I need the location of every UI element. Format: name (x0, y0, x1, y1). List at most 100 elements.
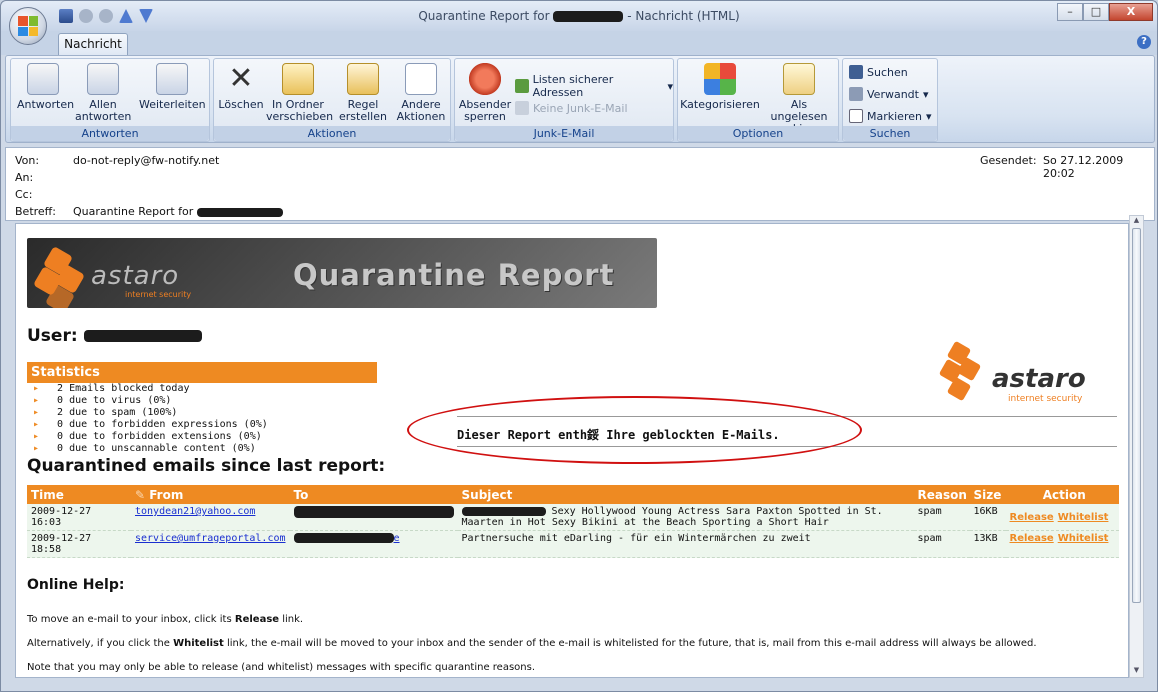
delete-button[interactable]: ✕ Löschen (218, 63, 264, 111)
stat-item: 0 due to forbidden expressions (0%) (33, 419, 268, 431)
tab-nachricht[interactable]: Nachricht (58, 33, 128, 55)
release-link[interactable]: Release (1010, 533, 1054, 544)
banner-title: Quarantine Report (293, 258, 615, 292)
delete-x-icon: ✕ (228, 61, 254, 96)
rule-icon (347, 63, 379, 95)
mark-unread-button[interactable]: Als ungelesen markieren (762, 63, 836, 135)
categorize-button[interactable]: Kategorisieren (680, 63, 760, 111)
col-subject: Subject (457, 485, 914, 504)
table-row: 2009-12-27 16:03 tonydean21@yahoo.com Se… (27, 504, 1119, 531)
to-label: An: (15, 171, 34, 184)
group-label: Antworten (11, 126, 209, 141)
ribbon-group-antworten: Antworten Allen antworten Weiterleiten A… (10, 58, 210, 142)
forward-icon (156, 63, 188, 95)
table-row: 2009-12-27 18:58 service@umfrageportal.c… (27, 530, 1119, 558)
cell-subject: Partnersuche mit eDarling - für ein Wint… (457, 530, 914, 558)
ribbon: Antworten Allen antworten Weiterleiten A… (5, 55, 1155, 143)
maximize-button[interactable]: □ (1083, 3, 1109, 21)
help-paragraph: To move an e-mail to your inbox, click i… (27, 614, 304, 625)
release-link[interactable]: Release (1010, 512, 1054, 523)
redacted-block (293, 506, 454, 518)
subject-label: Betreff: (15, 205, 56, 218)
col-from: ✎ From (131, 485, 290, 504)
ribbon-group-junk: Absender sperren Listen sicherer Adresse… (454, 58, 674, 142)
block-sender-button[interactable]: Absender sperren (457, 63, 513, 123)
move-to-folder-button[interactable]: In Ordner verschieben (266, 63, 333, 123)
scroll-thumb[interactable] (1132, 228, 1141, 603)
reply-all-button[interactable]: Allen antworten (75, 63, 131, 123)
help-icon[interactable]: ? (1137, 35, 1151, 49)
cell-time: 2009-12-27 16:03 (27, 504, 131, 531)
cell-from: service@umfrageportal.com (131, 530, 290, 558)
cell-to (289, 504, 458, 531)
whitelist-link[interactable]: Whitelist (1058, 533, 1109, 544)
help-paragraph: Alternatively, if you click the Whitelis… (27, 638, 1037, 649)
forward-button[interactable]: Weiterleiten (139, 63, 206, 111)
message-body: astaro internet security Quarantine Repo… (15, 223, 1129, 678)
stat-item: 2 due to spam (100%) (33, 407, 268, 419)
cell-time: 2009-12-27 18:58 (27, 530, 131, 558)
cell-reason: spam (913, 504, 970, 531)
block-sender-icon (469, 63, 501, 95)
group-label: Aktionen (214, 126, 450, 141)
redacted-block (196, 207, 283, 217)
find-button[interactable]: Suchen (849, 65, 908, 79)
binoculars-icon (849, 65, 863, 79)
title-bar: Quarantine Report for - Nachricht (HTML)… (1, 1, 1157, 45)
reply-all-icon (87, 63, 119, 95)
scroll-down-icon[interactable]: ▼ (1130, 666, 1143, 677)
office-logo-icon (18, 16, 38, 36)
stat-item: 0 due to virus (0%) (33, 395, 268, 407)
create-rule-button[interactable]: Regel erstellen (336, 63, 390, 123)
col-time: Time (27, 485, 131, 504)
stat-item: 2 Emails blocked today (33, 383, 268, 395)
folder-icon (282, 63, 314, 95)
redacted-block (461, 506, 546, 516)
quarantine-title: Quarantined emails since last report: (27, 456, 386, 476)
astaro-tagline: internet security (1008, 394, 1083, 404)
document-icon (405, 63, 437, 95)
cell-reason: spam (913, 530, 970, 558)
sent-label: Gesendet: (980, 154, 1037, 167)
select-button[interactable]: Markieren ▾ (849, 109, 932, 123)
categorize-icon (704, 63, 736, 95)
cell-action: Release Whitelist (1005, 530, 1119, 558)
group-label: Junk-E-Mail (455, 126, 673, 141)
reply-icon (27, 63, 59, 95)
related-icon (849, 87, 863, 101)
from-link[interactable]: service@umfrageportal.com (135, 533, 286, 544)
scroll-up-icon[interactable]: ▲ (1130, 216, 1143, 227)
subject-value: Quarantine Report for (73, 205, 283, 218)
related-button[interactable]: Verwandt ▾ (849, 87, 929, 101)
close-button[interactable]: X (1109, 3, 1153, 21)
safe-lists-button[interactable]: Listen sicherer Adressen ▾ (515, 73, 673, 99)
from-link[interactable]: tonydean21@yahoo.com (135, 506, 255, 517)
online-help-title: Online Help: (27, 577, 125, 593)
ribbon-tab-row: Nachricht ? (1, 31, 1157, 55)
whitelist-link[interactable]: Whitelist (1058, 512, 1109, 523)
envelope-icon (783, 63, 815, 95)
vertical-scrollbar[interactable]: ▲ ▼ (1129, 215, 1144, 678)
cell-to: e (289, 530, 458, 558)
astaro-logo-text: astaro (91, 261, 180, 291)
col-reason: Reason (913, 485, 970, 504)
from-value[interactable]: do-not-reply@fw-notify.net (73, 154, 219, 167)
cc-label: Cc: (15, 188, 33, 201)
not-junk-icon (515, 101, 529, 115)
redacted-block (553, 11, 624, 22)
other-actions-button[interactable]: Andere Aktionen (394, 63, 448, 123)
help-paragraph: Note that you may only be able to releas… (27, 662, 536, 673)
reply-button[interactable]: Antworten (17, 63, 74, 111)
not-junk-button[interactable]: Keine Junk-E-Mail (515, 101, 628, 115)
to-link[interactable]: e (394, 533, 400, 544)
office-button[interactable] (9, 7, 47, 45)
ribbon-group-optionen: Kategorisieren Als ungelesen markieren O… (677, 58, 839, 142)
astaro-logo: astaro internet security (938, 340, 1118, 410)
statistics-header: Statistics (27, 362, 377, 383)
minimize-button[interactable]: – (1057, 3, 1083, 21)
window-title: Quarantine Report for - Nachricht (HTML) (418, 9, 740, 23)
stat-item: 0 due to forbidden extensions (0%) (33, 431, 268, 443)
message-header: Von: do-not-reply@fw-notify.net An: Cc: … (5, 147, 1155, 221)
group-label: Suchen (843, 126, 937, 141)
cell-action: Release Whitelist (1005, 504, 1119, 531)
